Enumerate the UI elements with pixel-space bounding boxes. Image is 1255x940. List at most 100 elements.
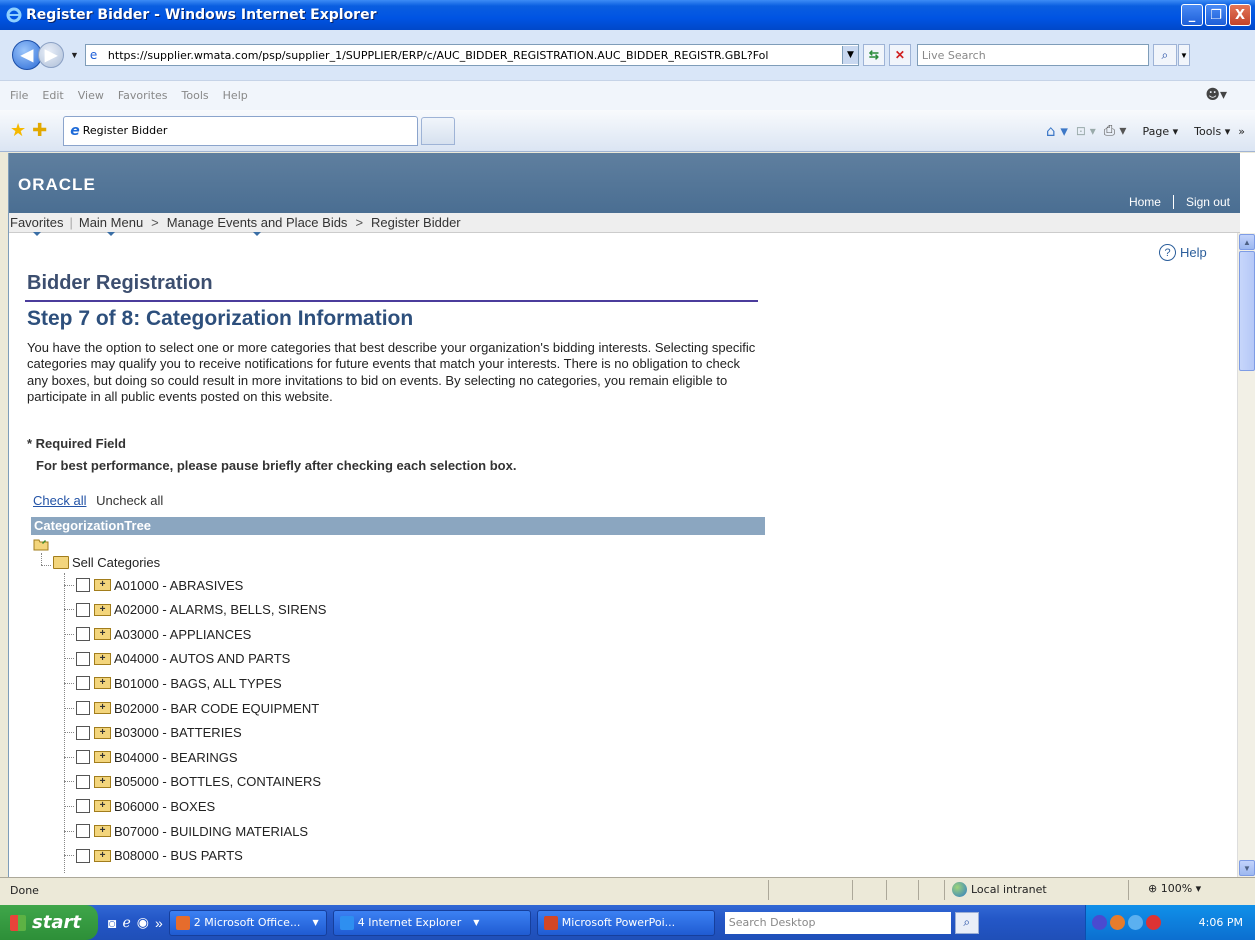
category-checkbox[interactable] [76,774,90,789]
status-text: Done [10,884,39,897]
expand-folder-icon[interactable]: + [94,726,111,739]
check-all-link[interactable]: Check all [33,493,86,508]
stop-button[interactable]: ✕ [888,44,911,66]
network-icon[interactable] [1128,915,1143,930]
address-dropdown-icon[interactable]: ▼ [841,46,858,64]
menu-favorites[interactable]: Favorites [118,89,168,102]
taskbar: start ◙ ℯ ◉ » 2 Microsoft Office... ▼ 4 … [0,905,1255,940]
tab-register-bidder[interactable]: e Register Bidder [63,115,419,146]
security-zone[interactable]: Local intranet [952,882,1047,897]
expand-folder-icon[interactable]: + [94,751,111,764]
search-desktop-input[interactable]: Search Desktop [724,911,951,934]
refresh-button[interactable]: ⇆ [862,44,885,66]
expand-folder-icon[interactable]: + [94,652,111,665]
vertical-scrollbar[interactable]: ▲ ▼ [1237,233,1255,877]
expand-folder-icon[interactable]: + [94,775,111,788]
feeds-icon[interactable]: ⊡ ▾ [1076,124,1096,138]
home-link[interactable]: Home [1129,195,1161,209]
page-menu[interactable]: Page ▾ [1134,125,1178,138]
messenger-icon[interactable]: ☻▾ [1205,87,1227,103]
print-icon[interactable]: ⎙ ▾ [1104,123,1127,139]
help-link[interactable]: ? Help [1159,244,1207,261]
category-checkbox[interactable] [76,676,90,691]
banner-separator [1172,195,1174,209]
expand-folder-icon[interactable]: + [94,579,111,591]
category-checkbox[interactable] [76,578,90,592]
quick-launch-overflow-icon[interactable]: » [155,915,163,931]
tree-node-sell-categories[interactable]: Sell Categories [41,555,160,570]
history-dropdown-icon[interactable]: ▼ [70,50,79,60]
close-button[interactable]: X [1229,4,1251,26]
task-microsoft-office[interactable]: 2 Microsoft Office... ▼ [168,909,327,936]
scroll-down-icon[interactable]: ▼ [1239,860,1255,876]
category-checkbox[interactable] [76,651,90,666]
expand-folder-icon[interactable]: + [94,825,111,837]
menu-file[interactable]: File [10,89,28,102]
tree-row-category: + A03000 - APPLIANCES [64,622,251,646]
add-favorites-icon[interactable]: ✚ [32,120,47,141]
breadcrumb-favorites[interactable]: Favorites [10,215,63,236]
new-tab-button[interactable] [421,116,456,145]
chevron-right-icon[interactable]: » [1238,125,1245,138]
category-checkbox[interactable] [76,725,90,740]
tools-menu[interactable]: Tools ▾ [1186,125,1230,138]
expand-folder-icon[interactable]: + [94,849,111,862]
category-checkbox[interactable] [76,701,90,715]
scrollbar-thumb[interactable] [1239,251,1255,371]
category-checkbox[interactable] [76,848,90,863]
menu-tools[interactable]: Tools [182,89,209,102]
office-icon[interactable]: ◙ [108,915,116,931]
breadcrumb-manage-events[interactable]: Manage Events and Place Bids [167,215,347,236]
category-label: A03000 - APPLIANCES [114,626,252,642]
task-powerpoint[interactable]: Microsoft PowerPoi... [536,909,715,936]
live-search-input[interactable]: Live Search [916,44,1149,66]
category-checkbox[interactable] [76,799,90,814]
menu-view[interactable]: View [78,89,104,102]
sign-out-link[interactable]: Sign out [1186,195,1230,209]
office-tray-icon[interactable] [1110,915,1125,930]
tree-node-label: Sell Categories [72,555,161,570]
expand-folder-icon[interactable]: + [94,677,111,690]
search-options-dropdown-icon[interactable]: ▼ [1177,44,1190,66]
breadcrumb-main-menu[interactable]: Main Menu [79,215,143,236]
back-arrow-icon[interactable] [1092,915,1107,930]
firefox-icon[interactable]: ◉ [137,914,149,931]
home-icon[interactable]: ⌂ ▾ [1046,122,1068,140]
expand-folder-icon[interactable]: + [94,800,111,813]
tree-connector [64,805,74,807]
window-title: Register Bidder - Windows Internet Explo… [26,7,377,23]
page-menu-label: Page [1142,124,1170,138]
scroll-up-icon[interactable]: ▲ [1239,234,1255,250]
search-icon[interactable]: ⌕ [954,911,979,934]
expand-folder-icon[interactable]: + [94,603,111,616]
zoom-control[interactable]: ⊕ 100% ▾ [1148,882,1201,895]
category-checkbox[interactable] [76,602,90,617]
antivirus-icon[interactable] [1146,915,1161,930]
search-icon[interactable]: ⌕ [1152,44,1177,66]
check-links: Check all Uncheck all [33,493,163,508]
internet-explorer-icon[interactable]: ℯ [122,914,130,931]
tree-connector [64,707,74,709]
task-internet-explorer[interactable]: 4 Internet Explorer ▼ [332,909,531,936]
quick-launch: ◙ ℯ ◉ » [108,914,163,931]
address-field[interactable]: e https://supplier.wmata.com/psp/supplie… [84,44,859,66]
menu-edit[interactable]: Edit [42,89,63,102]
minimize-button[interactable]: _ [1181,4,1203,26]
category-checkbox[interactable] [76,824,90,838]
address-url: https://supplier.wmata.com/psp/supplier_… [107,48,769,62]
clock: 4:06 PM [1198,916,1243,929]
tree-connector [64,682,74,684]
tree-connector [41,565,51,566]
menu-help[interactable]: Help [223,89,248,102]
favorites-center-icon[interactable]: ★ [10,120,26,141]
category-checkbox[interactable] [76,750,90,765]
restore-button[interactable]: ❐ [1205,4,1227,26]
expand-folder-icon[interactable]: + [94,702,111,714]
category-label: B01000 - BAGS, ALL TYPES [114,675,282,691]
forward-button[interactable]: ▶ [38,42,64,68]
category-checkbox[interactable] [76,627,90,642]
uncheck-all-link[interactable]: Uncheck all [96,493,163,508]
category-label: B07000 - BUILDING MATERIALS [114,823,309,839]
start-button[interactable]: start [0,905,98,940]
expand-folder-icon[interactable]: + [94,628,111,641]
